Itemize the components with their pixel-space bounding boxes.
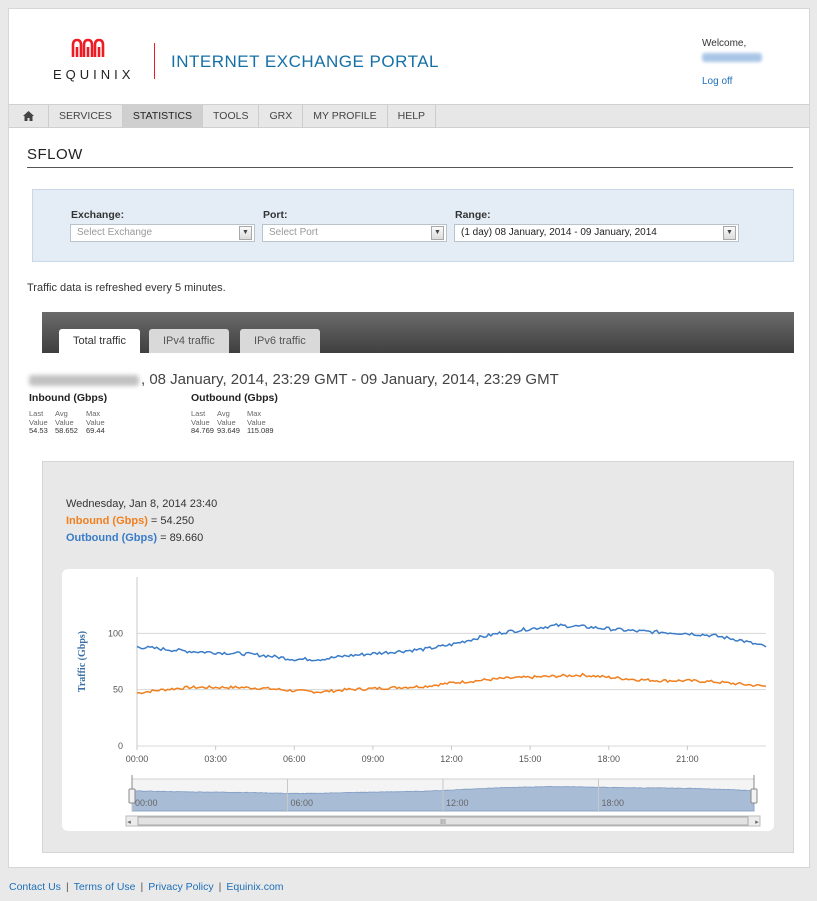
tooltip-inbound: Inbound (Gbps) = 54.250 bbox=[66, 515, 194, 527]
x-tick-label: 12:00 bbox=[440, 754, 463, 764]
portal-page: EQUINIX INTERNET EXCHANGE PORTAL Welcome… bbox=[8, 8, 810, 868]
outbound-series-line bbox=[136, 622, 767, 662]
scroll-right-arrow-icon: ▸ bbox=[755, 819, 759, 826]
user-name-redacted bbox=[702, 53, 762, 62]
tab-total-traffic[interactable]: Total traffic bbox=[59, 329, 140, 353]
stat-value: 58.652 bbox=[55, 426, 78, 435]
tooltip-outbound-value: = 89.660 bbox=[157, 532, 204, 544]
footer-link-equinix-com[interactable]: Equinix.com bbox=[226, 881, 283, 893]
y-tick-label: 50 bbox=[113, 685, 123, 695]
y-tick-label: 0 bbox=[118, 741, 123, 751]
y-axis-title: Traffic (Gbps) bbox=[77, 631, 88, 692]
navigator-left-handle bbox=[128, 788, 136, 804]
footer-separator: | bbox=[65, 881, 69, 893]
footer-link-terms-of-use[interactable]: Terms of Use bbox=[74, 881, 136, 893]
nav-grx[interactable]: GRX bbox=[259, 105, 304, 128]
port-label: Port: bbox=[263, 209, 288, 221]
x-tick-label: 21:00 bbox=[676, 754, 699, 764]
footer-link-contact-us[interactable]: Contact Us bbox=[9, 881, 61, 893]
x-tick-label: 15:00 bbox=[519, 754, 542, 764]
tooltip-outbound-label: Outbound (Gbps) bbox=[66, 532, 158, 544]
welcome-text: Welcome, bbox=[702, 38, 747, 49]
portal-title: INTERNET EXCHANGE PORTAL bbox=[171, 52, 439, 71]
chart-panel: Wednesday, Jan 8, 2014 23:40 Inbound (Gb… bbox=[42, 461, 794, 853]
exchange-label: Exchange: bbox=[71, 209, 125, 221]
equinix-logo[interactable]: EQUINIX bbox=[49, 37, 139, 87]
outbound-avg: Avg Value 93.649 bbox=[217, 409, 240, 436]
header-divider bbox=[154, 43, 155, 79]
inbound-stats-title: Inbound (Gbps) bbox=[29, 392, 108, 404]
port-select[interactable]: Select Port ▼ bbox=[262, 224, 447, 242]
tooltip-date: Wednesday, Jan 8, 2014 23:40 bbox=[66, 498, 218, 510]
refresh-note: Traffic data is refreshed every 5 minute… bbox=[27, 282, 226, 294]
nav-help[interactable]: HELP bbox=[388, 105, 437, 128]
x-tick-label: 03:00 bbox=[204, 754, 227, 764]
tooltip-inbound-value: = 54.250 bbox=[147, 515, 195, 527]
outbound-max: Max Value 115.089 bbox=[247, 409, 274, 436]
x-tick-label: 00:00 bbox=[126, 754, 149, 764]
navigator-label: 12:00 bbox=[446, 798, 469, 808]
nav-home[interactable] bbox=[9, 105, 49, 128]
footer: Contact Us | Terms of Use | Privacy Policy | E… bbox=[9, 881, 284, 893]
chart-container: 0 50 100 Traffic (Gbps) 00:00 03:00 06:00 09:00… bbox=[62, 569, 774, 831]
chevron-down-icon[interactable]: ▼ bbox=[239, 226, 252, 240]
range-value: (1 day) 08 January, 2014 - 09 January, 2… bbox=[461, 227, 657, 238]
title-divider bbox=[27, 167, 793, 168]
nav-tools[interactable]: TOOLS bbox=[203, 105, 260, 128]
stat-value: 69.44 bbox=[86, 426, 105, 435]
x-tick-label: 06:00 bbox=[283, 754, 306, 764]
site-name-redacted bbox=[29, 374, 139, 386]
home-icon bbox=[23, 111, 34, 122]
period-heading: , 08 January, 2014, 23:29 GMT - 09 Janua… bbox=[29, 371, 559, 388]
range-select[interactable]: (1 day) 08 January, 2014 - 09 January, 2… bbox=[454, 224, 739, 242]
outbound-stats-title: Outbound (Gbps) bbox=[191, 392, 278, 404]
navigator-label: 18:00 bbox=[602, 798, 625, 808]
navigator-right-handle bbox=[750, 788, 758, 804]
x-tick-label: 18:00 bbox=[597, 754, 620, 764]
inbound-series-line bbox=[136, 672, 767, 695]
footer-separator: | bbox=[140, 881, 144, 893]
range-label: Range: bbox=[455, 209, 491, 221]
inbound-last: Last Value 54.53 bbox=[29, 409, 48, 436]
footer-separator: | bbox=[218, 881, 222, 893]
tooltip-outbound: Outbound (Gbps) = 89.660 bbox=[66, 532, 203, 544]
port-placeholder: Select Port bbox=[269, 227, 318, 238]
exchange-select[interactable]: Select Exchange ▼ bbox=[70, 224, 255, 242]
header: EQUINIX INTERNET EXCHANGE PORTAL Welcome… bbox=[9, 9, 809, 104]
filter-panel: Exchange: Select Exchange ▼ Port: Select… bbox=[32, 189, 794, 262]
navigator-label: 00:00 bbox=[135, 798, 158, 808]
exchange-placeholder: Select Exchange bbox=[77, 227, 153, 238]
nav-my-profile[interactable]: MY PROFILE bbox=[303, 105, 388, 128]
x-tick-label: 09:00 bbox=[362, 754, 385, 764]
footer-link-privacy-policy[interactable]: Privacy Policy bbox=[148, 881, 213, 893]
stat-value: 54.53 bbox=[29, 426, 48, 435]
tab-ipv6-traffic[interactable]: IPv6 traffic bbox=[240, 329, 320, 353]
chevron-down-icon[interactable]: ▼ bbox=[431, 226, 444, 240]
equinix-logo-icon bbox=[71, 38, 105, 57]
logo-text: EQUINIX bbox=[53, 67, 135, 82]
traffic-tabs: Total traffic IPv4 traffic IPv6 traffic bbox=[42, 312, 794, 353]
logoff-link[interactable]: Log off bbox=[702, 76, 732, 87]
inbound-avg: Avg Value 58.652 bbox=[55, 409, 78, 436]
nav-services[interactable]: SERVICES bbox=[49, 105, 123, 128]
nav-statistics[interactable]: STATISTICS bbox=[122, 105, 204, 128]
scroll-left-arrow-icon: ◂ bbox=[127, 819, 131, 826]
outbound-last: Last Value 84.769 bbox=[191, 409, 214, 436]
chevron-down-icon[interactable]: ▼ bbox=[723, 226, 736, 240]
navigator-label: 06:00 bbox=[291, 798, 314, 808]
stat-value: 115.089 bbox=[247, 426, 274, 435]
tab-ipv4-traffic[interactable]: IPv4 traffic bbox=[149, 329, 229, 353]
page-title: SFLOW bbox=[27, 146, 83, 163]
period-text: , 08 January, 2014, 23:29 GMT - 09 Janua… bbox=[141, 371, 559, 388]
main-nav: SERVICES STATISTICS TOOLS GRX MY PROFILE… bbox=[9, 104, 809, 128]
stat-value: 93.649 bbox=[217, 426, 240, 435]
inbound-max: Max Value 69.44 bbox=[86, 409, 105, 436]
tooltip-inbound-label: Inbound (Gbps) bbox=[66, 515, 148, 527]
traffic-chart[interactable]: 0 50 100 Traffic (Gbps) 00:00 03:00 06:00 09:00… bbox=[62, 569, 774, 831]
scrollbar-grip: III bbox=[440, 819, 446, 826]
y-tick-label: 100 bbox=[108, 628, 123, 638]
stat-value: 84.769 bbox=[191, 426, 214, 435]
